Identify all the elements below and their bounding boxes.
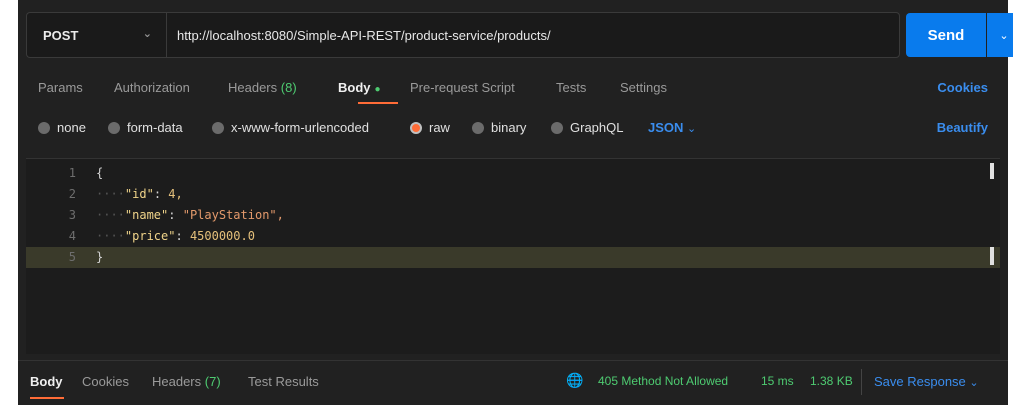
radio-selected-icon bbox=[410, 121, 422, 134]
active-tab-underline bbox=[358, 102, 398, 104]
divider bbox=[861, 369, 862, 395]
radio-circle-icon bbox=[212, 121, 224, 134]
radio-raw-label: raw bbox=[429, 120, 450, 135]
code-editor[interactable]: 1 { 2 ····"id": 4, 3 ····"name": "PlaySt… bbox=[26, 158, 1000, 354]
url-text: http://localhost:8080/Simple-API-REST/pr… bbox=[177, 27, 551, 43]
json-key: "price" bbox=[124, 229, 176, 243]
method-label: POST bbox=[43, 27, 79, 43]
radio-urlencoded-label: x-www-form-urlencoded bbox=[231, 120, 369, 135]
postman-window: POST ⌄ http://localhost:8080/Simple-API-… bbox=[18, 0, 1013, 405]
editor-line: 1 { bbox=[26, 163, 1000, 184]
active-tab-underline bbox=[30, 397, 64, 399]
response-bar: Body Cookies Headers (7) Test Results 🌐 … bbox=[18, 360, 1008, 405]
line-number: 3 bbox=[68, 208, 76, 222]
response-time[interactable]: 15 ms bbox=[761, 374, 794, 388]
line-number: 5 bbox=[68, 250, 76, 264]
cookies-link[interactable]: Cookies bbox=[937, 80, 988, 95]
request-url-bar: POST ⌄ http://localhost:8080/Simple-API-… bbox=[26, 12, 1013, 58]
tab-headers-count: (8) bbox=[280, 80, 297, 95]
radio-none-label: none bbox=[57, 120, 86, 135]
radio-circle-icon bbox=[108, 121, 120, 134]
line-number: 2 bbox=[68, 187, 76, 201]
response-tab-cookies[interactable]: Cookies bbox=[82, 374, 129, 389]
line-code: { bbox=[96, 166, 104, 180]
tab-headers[interactable]: Headers (8) bbox=[228, 80, 297, 95]
radio-graphql[interactable]: GraphQL bbox=[551, 120, 623, 135]
beautify-link[interactable]: Beautify bbox=[937, 120, 988, 135]
json-value: 4, bbox=[168, 187, 183, 201]
save-response-button[interactable]: Save Response ⌄ bbox=[874, 374, 979, 389]
tab-body-label: Body bbox=[338, 80, 371, 95]
response-size[interactable]: 1.38 KB bbox=[810, 374, 853, 388]
tab-headers-label: Headers bbox=[228, 80, 278, 95]
editor-line: 3 ····"name": "PlayStation", bbox=[26, 205, 1000, 226]
radio-circle-icon bbox=[472, 121, 484, 134]
radio-graphql-label: GraphQL bbox=[570, 120, 624, 135]
text-cursor-icon bbox=[990, 247, 994, 265]
response-tab-test-results[interactable]: Test Results bbox=[248, 374, 319, 389]
json-value: 4500000.0 bbox=[189, 229, 255, 243]
request-tabs: Params Authorization Headers (8) Body ● P… bbox=[38, 76, 988, 106]
tab-authorization[interactable]: Authorization bbox=[114, 80, 190, 95]
chevron-down-icon: ⌄ bbox=[142, 28, 152, 40]
radio-urlencoded[interactable]: x-www-form-urlencoded bbox=[212, 120, 369, 135]
send-options-chevron-icon[interactable]: ⌄ bbox=[987, 13, 1013, 57]
format-label: JSON bbox=[648, 120, 684, 135]
radio-form-data-label: form-data bbox=[127, 120, 183, 135]
editor-line: 4 ····"price": 4500000.0 bbox=[26, 226, 1000, 247]
tab-tests[interactable]: Tests bbox=[556, 80, 586, 95]
json-key: "name" bbox=[124, 208, 169, 222]
tab-settings[interactable]: Settings bbox=[620, 80, 667, 95]
method-select[interactable]: POST ⌄ bbox=[26, 12, 166, 58]
json-key: "id" bbox=[124, 187, 154, 201]
line-code: ····"price": 4500000.0 bbox=[96, 229, 255, 243]
radio-circle-icon bbox=[551, 121, 563, 134]
radio-binary-label: binary bbox=[491, 120, 527, 135]
line-number: 1 bbox=[68, 166, 76, 180]
send-button[interactable]: Send bbox=[906, 13, 986, 57]
line-number: 4 bbox=[68, 229, 76, 243]
line-code: ····"id": 4, bbox=[96, 187, 183, 201]
radio-binary[interactable]: binary bbox=[472, 120, 526, 135]
chevron-down-icon: ⌄ bbox=[687, 123, 697, 135]
body-type-selector: none form-data x-www-form-urlencoded raw… bbox=[38, 118, 988, 142]
response-status[interactable]: 405 Method Not Allowed bbox=[598, 374, 728, 388]
response-tab-body[interactable]: Body bbox=[30, 374, 63, 389]
radio-circle-icon bbox=[38, 121, 50, 134]
line-code: } bbox=[96, 250, 104, 264]
globe-icon[interactable]: 🌐 bbox=[566, 372, 583, 389]
tab-pre-request-script[interactable]: Pre-request Script bbox=[410, 80, 515, 95]
url-input[interactable]: http://localhost:8080/Simple-API-REST/pr… bbox=[166, 12, 900, 58]
response-tab-headers-label: Headers bbox=[152, 374, 202, 389]
response-tab-headers[interactable]: Headers (7) bbox=[152, 374, 221, 389]
tab-params[interactable]: Params bbox=[38, 80, 83, 95]
save-response-label: Save Response bbox=[874, 374, 966, 389]
chevron-down-icon: ⌄ bbox=[969, 377, 979, 389]
line-code: ····"name": "PlayStation", bbox=[96, 208, 284, 222]
body-active-dot-icon: ● bbox=[374, 84, 381, 95]
scrollbar-thumb[interactable] bbox=[990, 163, 994, 179]
response-headers-count: (7) bbox=[204, 374, 221, 389]
radio-none[interactable]: none bbox=[38, 120, 86, 135]
tab-body[interactable]: Body ● bbox=[338, 80, 381, 95]
format-select[interactable]: JSON ⌄ bbox=[648, 120, 696, 135]
json-value: "PlayStation", bbox=[182, 208, 284, 222]
editor-line: 2 ····"id": 4, bbox=[26, 184, 1000, 205]
editor-line-current: 5 } bbox=[26, 247, 1000, 268]
radio-raw[interactable]: raw bbox=[410, 120, 450, 135]
radio-form-data[interactable]: form-data bbox=[108, 120, 183, 135]
